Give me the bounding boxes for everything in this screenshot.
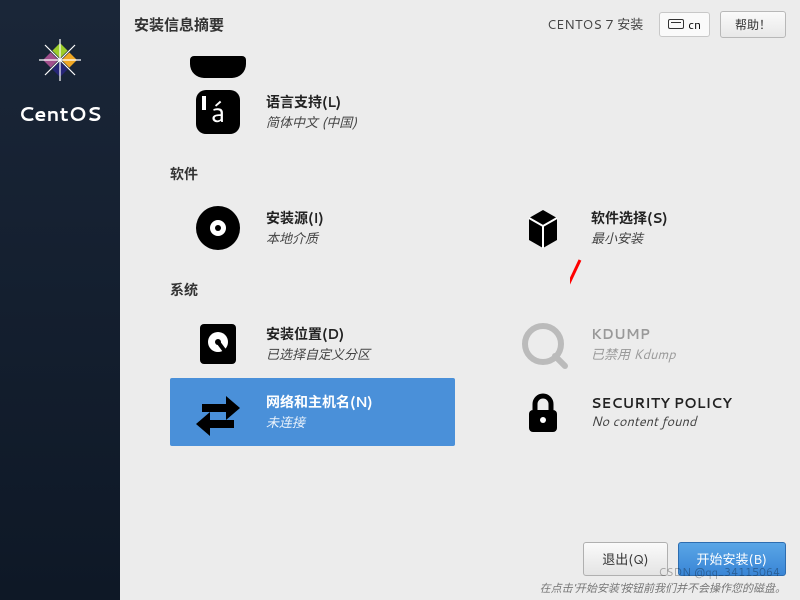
spoke-install-source[interactable]: 安装源(I) 本地介质 (170, 194, 455, 262)
spoke-status: 本地介质 (266, 228, 324, 248)
kdump-icon (515, 316, 571, 372)
centos-logo-icon (30, 30, 90, 90)
help-button[interactable]: 帮助！ (720, 11, 786, 38)
quit-button[interactable]: 退出(Q) (583, 542, 667, 576)
sidebar: CentOS (0, 0, 120, 600)
package-icon (515, 200, 571, 256)
spoke-software-selection[interactable]: 软件选择(S) 最小安装 (495, 194, 780, 262)
footer-hint: 在点击'开始安装'按钮前我们并不会操作您的磁盘。 (540, 580, 786, 596)
category-system: 系统 (170, 280, 780, 300)
spoke-title: 网络和主机名(N) (266, 392, 373, 412)
network-icon (190, 384, 246, 440)
page-title: 安装信息摘要 (134, 14, 224, 35)
content-area: á 语言支持(L) 简体中文 (中国) 软件 (120, 48, 800, 538)
spoke-status: 未连接 (266, 412, 373, 432)
disc-icon (190, 200, 246, 256)
scroll-peek (190, 48, 780, 78)
spoke-title: 软件选择(S) (591, 208, 668, 228)
spoke-title: 语言支持(L) (266, 92, 357, 112)
sidebar-brand: CentOS (18, 100, 101, 128)
spoke-status: 简体中文 (中国) (266, 112, 357, 132)
keyboard-icon (668, 19, 684, 29)
keyboard-layout: cn (688, 16, 701, 33)
spoke-kdump[interactable]: KDUMP 已禁用 Kdump (495, 310, 780, 378)
spoke-status: No content found (591, 413, 732, 431)
spoke-title: 安装源(I) (266, 208, 324, 228)
harddisk-icon (190, 316, 246, 372)
topbar-right: CENTOS 7 安装 cn 帮助！ (547, 11, 786, 38)
spoke-title: SECURITY POLICY (591, 393, 732, 413)
datetime-icon (190, 56, 246, 78)
spoke-security-policy[interactable]: SECURITY POLICY No content found (495, 378, 780, 446)
lock-icon (515, 384, 571, 440)
product-name: CENTOS 7 安装 (547, 14, 643, 34)
topbar: 安装信息摘要 CENTOS 7 安装 cn 帮助！ (120, 0, 800, 48)
spoke-install-destination[interactable]: 安装位置(D) 已选择自定义分区 (170, 310, 455, 378)
spoke-language-support[interactable]: á 语言支持(L) 简体中文 (中国) (170, 78, 780, 146)
spoke-status: 最小安装 (591, 228, 668, 248)
category-software: 软件 (170, 164, 780, 184)
spoke-status: 已禁用 Kdump (591, 344, 676, 364)
watermark: CSDN @qq_34115064 (658, 564, 780, 580)
spoke-title: KDUMP (591, 324, 676, 344)
language-icon: á (190, 84, 246, 140)
spoke-title: 安装位置(D) (266, 324, 370, 344)
keyboard-indicator[interactable]: cn (659, 12, 710, 37)
spoke-network-hostname[interactable]: 网络和主机名(N) 未连接 (170, 378, 455, 446)
spoke-status: 已选择自定义分区 (266, 344, 370, 364)
main-panel: 安装信息摘要 CENTOS 7 安装 cn 帮助！ á (120, 0, 800, 600)
svg-text:á: á (211, 92, 226, 132)
